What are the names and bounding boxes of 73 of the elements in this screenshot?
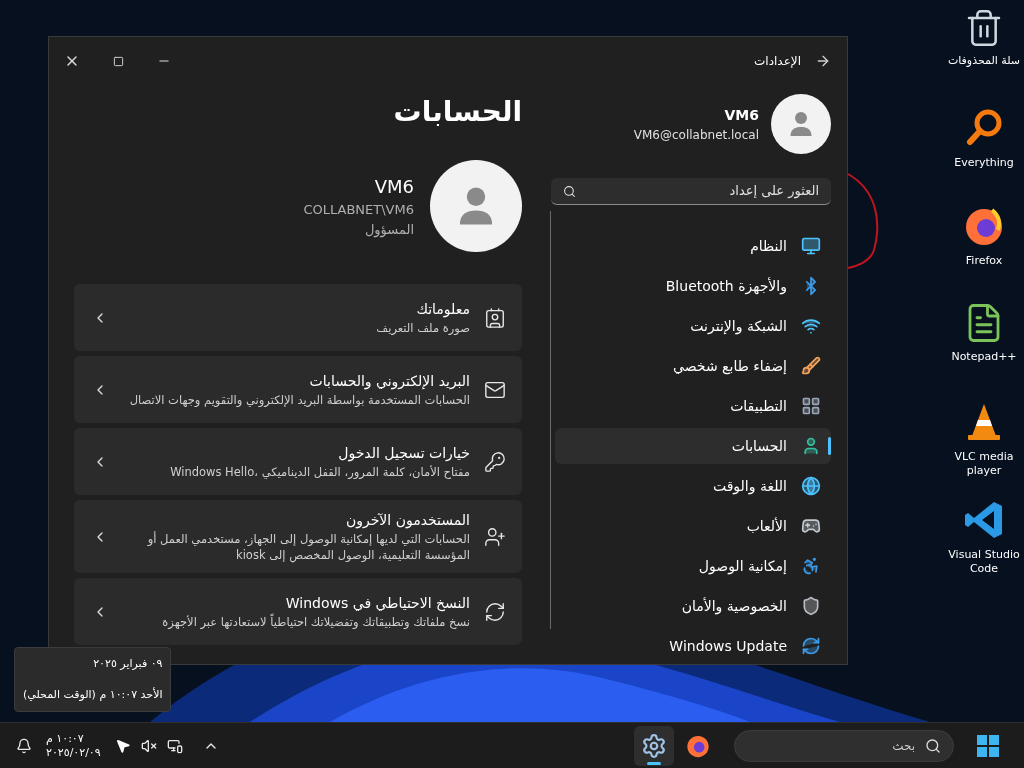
- card-title: النسخ الاحتياطي في Windows: [284, 594, 470, 613]
- card-title: المستخدمون الآخرون: [344, 511, 470, 531]
- contact-list-icon: [484, 306, 506, 329]
- apps-grid-icon: [801, 396, 821, 416]
- network-icon[interactable]: [166, 737, 183, 754]
- desktop-icon-label: VLC media player: [953, 450, 1015, 478]
- accessibility-icon: [801, 556, 821, 576]
- nav-item[interactable]: اللغة والوقت: [555, 468, 831, 504]
- card-title: معلوماتك: [415, 300, 470, 320]
- desktop-icon-label: Notepad++: [950, 350, 1018, 364]
- settings-card[interactable]: البريد الإلكتروني والحسابات الحسابات المستخدمة بواسطة البريد الإلكتروني والتقويم وجهات الاتصال: [74, 356, 522, 423]
- nav-item[interactable]: النظام: [555, 228, 831, 264]
- card-description: نسخ ملفاتك وتطبيقاتك وتفضيلاتك احتياطياً لاستعادتها عبر الأجهزة: [161, 614, 470, 630]
- desktop-icon-label: Visual Studio Code: [947, 548, 1021, 576]
- user-name: VM6: [724, 105, 759, 125]
- settings-card[interactable]: معلوماتك صورة ملف التعريف: [74, 284, 522, 351]
- user-avatar: [771, 94, 831, 154]
- sync-icon: [801, 636, 821, 656]
- person-add-icon: [484, 525, 506, 548]
- gear-icon: [641, 732, 667, 759]
- account-name: VM6: [374, 175, 414, 199]
- card-description: صورة ملف التعريف: [375, 320, 470, 336]
- shield-icon: [801, 596, 821, 616]
- search-field[interactable]: العثور على إعداد: [551, 178, 831, 205]
- desktop-icon-label: Everything: [953, 156, 1015, 170]
- nav-item[interactable]: الشبكة والإنترنت: [555, 308, 831, 344]
- clock-date: ٢٠٢٥/٠٢/٠٩: [46, 745, 101, 760]
- card-title: خيارات تسجيل الدخول: [337, 444, 470, 464]
- nav-item[interactable]: Windows Update: [555, 628, 831, 664]
- account-role: المسؤول: [364, 220, 414, 239]
- sync-icon: [484, 600, 506, 623]
- gamepad-icon: [801, 516, 821, 536]
- settings-card[interactable]: النسخ الاحتياطي في Windows نسخ ملفاتك وتطبيقاتك وتفضيلاتك احتياطياً لاستعادتها عبر الأجهزة: [74, 578, 522, 645]
- person-icon: [801, 436, 821, 456]
- search-icon: [925, 737, 941, 754]
- speaker-muted-icon[interactable]: [140, 737, 157, 754]
- taskbar-search-placeholder: بحث: [892, 737, 915, 755]
- mouse-pointer-icon: [114, 737, 131, 754]
- maximize-icon: [112, 55, 124, 67]
- settings-card[interactable]: المستخدمون الآخرون الحسابات التي لديها إمكانية الوصول إلى الجهاز، مستخدمي العمل أو المؤسسة التعليمية، الوصول المخصص إلى kiosk: [74, 500, 522, 573]
- card-description: مفتاح الأمان، كلمة المرور، القفل الديناميكي ،Windows Hello: [169, 464, 470, 480]
- windows-logo-icon: [977, 734, 999, 757]
- nav-item[interactable]: الخصوصية والأمان: [555, 588, 831, 624]
- user-email: VM6@collabnet.local: [633, 126, 759, 144]
- card-description: الحسابات المستخدمة بواسطة البريد الإلكتروني والتقويم وجهات الاتصال: [128, 392, 470, 408]
- nav-item[interactable]: إمكانية الوصول: [555, 548, 831, 584]
- tooltip-line: ٠٩ فبراير ٢٠٢٥: [92, 656, 163, 672]
- page-title: الحسابات: [392, 94, 522, 130]
- bell-icon[interactable]: [16, 737, 32, 754]
- wifi-icon: [801, 316, 821, 336]
- globe-clock-icon: [801, 476, 821, 496]
- account-domain: COLLABNET\VM6: [303, 201, 414, 219]
- clock[interactable]: ١٠:٠٧ م ٢٠٢٥/٠٢/٠٩: [42, 731, 105, 760]
- window-title: الإعدادات: [754, 53, 801, 70]
- card-title: البريد الإلكتروني والحسابات: [308, 372, 470, 392]
- card-description: الحسابات التي لديها إمكانية الوصول إلى الجهاز، مستخدمي العمل أو المؤسسة التعليمية، الوصول المخصص إلى kiosk: [146, 531, 470, 563]
- paintbrush-icon: [801, 356, 821, 376]
- search-placeholder: العثور على إعداد: [729, 182, 819, 201]
- monitor-icon: [801, 236, 821, 256]
- search-icon: [563, 184, 576, 198]
- nav-item[interactable]: التطبيقات: [555, 388, 831, 424]
- nav-item[interactable]: إضفاء طابع شخصي: [555, 348, 831, 384]
- clock-time: ١٠:٠٧ م: [46, 731, 84, 746]
- tooltip-line: الأحد ١٠:٠٧ م (الوقت المحلي): [23, 686, 163, 703]
- taskbar-search-field[interactable]: بحث: [734, 729, 954, 762]
- nav-item[interactable]: الألعاب: [555, 508, 831, 544]
- desktop-icon-label: سلة المحذوفات: [946, 54, 1022, 68]
- taskbar-app-button[interactable]: [634, 725, 674, 766]
- nav-item[interactable]: والأجهزة Bluetooth: [555, 268, 831, 304]
- settings-card[interactable]: خيارات تسجيل الدخول مفتاح الأمان، كلمة المرور، القفل الديناميكي ،Windows Hello: [74, 428, 522, 495]
- desktop-icon-label: Firefox: [964, 254, 1004, 268]
- key-icon: [484, 450, 506, 473]
- nav-item[interactable]: الحسابات: [555, 428, 831, 464]
